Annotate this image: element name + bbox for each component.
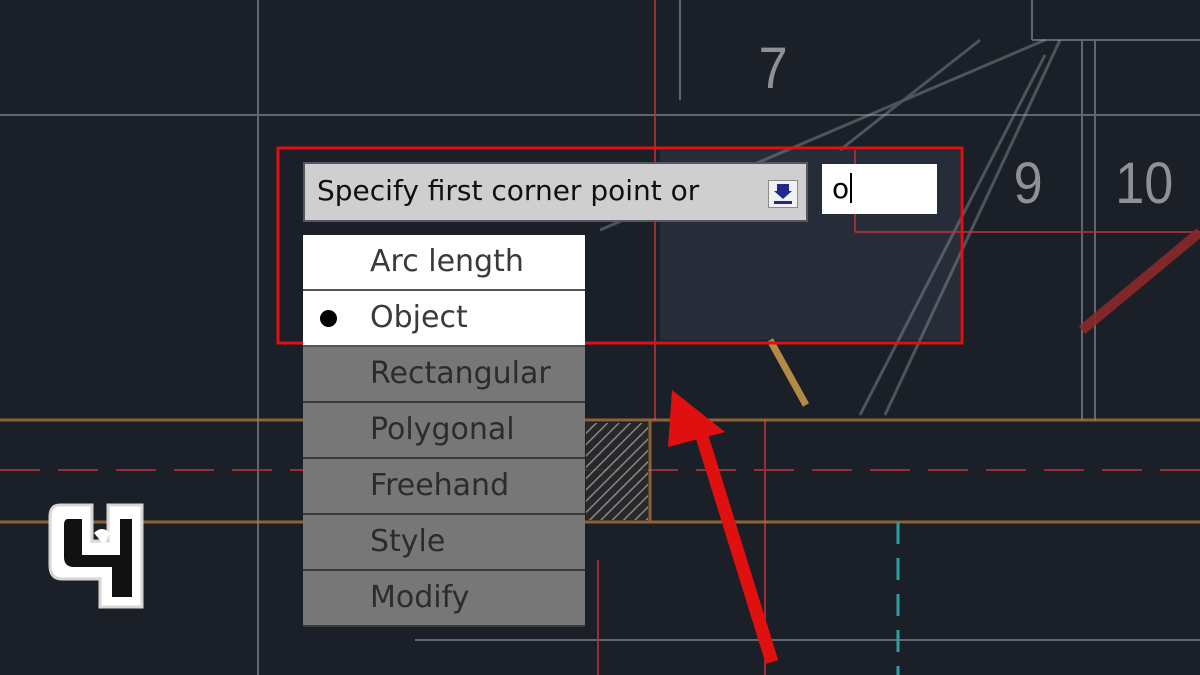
area-number-9: 9 xyxy=(1013,151,1043,216)
menu-item-object[interactable]: Object xyxy=(303,291,585,347)
menu-item-label: Polygonal xyxy=(370,412,515,447)
annotation-arrow xyxy=(668,390,779,664)
menu-item-label: Object xyxy=(370,300,468,335)
menu-item-label: Modify xyxy=(370,580,470,615)
command-prompt-text: Specify first corner point or xyxy=(317,174,700,207)
menu-item-label: Arc length xyxy=(370,244,524,279)
cad-drawing-canvas[interactable] xyxy=(0,0,1200,675)
menu-item-rectangular[interactable]: Rectangular xyxy=(303,347,585,403)
text-caret xyxy=(850,173,853,203)
command-input-value: o xyxy=(832,172,850,205)
menu-item-label: Style xyxy=(370,524,446,559)
menu-item-label: Rectangular xyxy=(370,356,551,391)
dropdown-arrow-icon[interactable] xyxy=(768,180,798,208)
area-number-10: 10 xyxy=(1115,151,1174,216)
menu-item-freehand[interactable]: Freehand xyxy=(303,459,585,515)
menu-item-polygonal[interactable]: Polygonal xyxy=(303,403,585,459)
selected-bullet-icon xyxy=(320,310,337,327)
menu-item-label: Freehand xyxy=(370,468,510,503)
menu-item-modify[interactable]: Modify xyxy=(303,571,585,627)
channel-logo-icon xyxy=(48,503,144,609)
command-input-field[interactable]: o xyxy=(822,164,937,214)
area-number-7: 7 xyxy=(758,36,788,101)
menu-item-arc-length[interactable]: Arc length xyxy=(303,235,585,291)
menu-item-style[interactable]: Style xyxy=(303,515,585,571)
command-prompt-bar: Specify first corner point or xyxy=(303,162,808,222)
command-options-menu: Arc length Object Rectangular Polygonal … xyxy=(303,235,585,627)
